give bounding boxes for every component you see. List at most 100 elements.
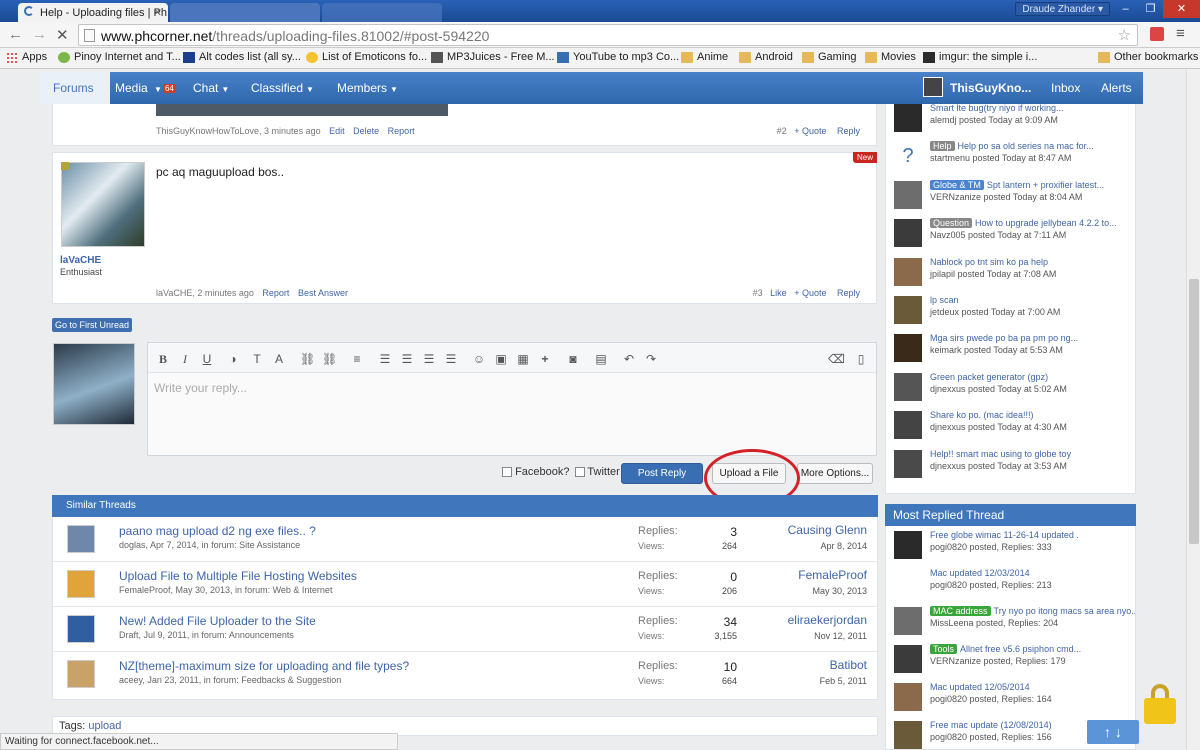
thread-title-text[interactable]: Mac updated 12/05/2014 <box>930 682 1030 692</box>
bookmark-folder[interactable]: Gaming <box>802 51 857 63</box>
table-row[interactable]: paano mag upload d2 ng exe files.. ? dog… <box>53 517 879 562</box>
delete-link[interactable]: Delete <box>353 126 379 136</box>
thread-title-text[interactable]: Mga sirs pwede po ba pa pm po ng... <box>930 333 1078 343</box>
bookmark-folder[interactable]: Other bookmarks <box>1098 51 1198 63</box>
avatar[interactable] <box>61 162 145 247</box>
bookmark-item[interactable]: Alt codes list (all sy... <box>183 51 301 63</box>
thread-title[interactable]: NZ[theme]-maximum size for uploading and… <box>119 659 409 673</box>
menu-icon[interactable]: ≡ <box>1176 25 1185 42</box>
best-answer-link[interactable]: Best Answer <box>298 288 348 298</box>
link-icon[interactable]: ⛓ <box>300 352 315 366</box>
sidebar-thread-item[interactable]: Question How to upgrade jellybean 4.2.2 t… <box>894 218 1134 256</box>
facebook-checkbox[interactable] <box>502 467 512 478</box>
source-icon[interactable]: ▯ <box>854 352 868 366</box>
avatar[interactable] <box>923 77 943 97</box>
reply-link[interactable]: Reply <box>837 288 860 298</box>
thread-title-text[interactable]: Allnet free v5.6 psiphon cmd... <box>960 644 1081 654</box>
browser-tab[interactable] <box>170 3 320 22</box>
underline-icon[interactable]: U <box>200 352 214 366</box>
font-size-icon[interactable]: T <box>250 352 264 366</box>
tag-link[interactable]: upload <box>88 720 121 732</box>
font-family-icon[interactable]: A <box>272 352 286 366</box>
italic-icon[interactable]: I <box>178 352 192 366</box>
profile-button[interactable]: Draude Zhander ▾ <box>1015 2 1110 16</box>
indent-icon[interactable]: ☰ <box>444 352 458 366</box>
thread-title-text[interactable]: How to upgrade jellybean 4.2.2 to... <box>975 218 1117 228</box>
sidebar-thread-item[interactable]: Mac updated 12/05/2014 pogi0820 posted, R… <box>894 682 1134 720</box>
report-link[interactable]: Report <box>262 288 289 298</box>
minimize-icon[interactable]: – <box>1113 0 1138 18</box>
bookmark-folder[interactable]: Movies <box>865 51 916 63</box>
sidebar-thread-item[interactable]: Nablock po tnt sim ko pa help jpilapil po… <box>894 257 1134 295</box>
bookmark-apps[interactable]: Apps <box>6 51 47 63</box>
nav-inbox[interactable]: Inbox <box>1051 81 1080 95</box>
browser-tab[interactable] <box>322 3 442 22</box>
scrollbar-thumb[interactable] <box>1189 279 1199 544</box>
close-tab-icon[interactable]: ✕ <box>153 6 162 19</box>
sidebar-thread-item[interactable]: Mac updated 12/03/2014 pogi0820 posted, R… <box>894 568 1134 606</box>
thread-title-text[interactable]: Mac updated 12/03/2014 <box>930 568 1030 578</box>
scroll-top-icon[interactable]: ↑ ↓ <box>1087 720 1139 744</box>
stop-icon[interactable]: ✕ <box>56 26 69 44</box>
outdent-icon[interactable]: ☰ <box>422 352 436 366</box>
redo-icon[interactable]: ↷ <box>644 352 658 366</box>
sidebar-thread-item[interactable]: Help!! smart mac using to globe toy djnex… <box>894 449 1134 487</box>
lock-icon[interactable] <box>1144 684 1176 724</box>
undo-icon[interactable]: ↶ <box>622 352 636 366</box>
bullet-list-icon[interactable]: ☰ <box>378 352 392 366</box>
reply-link[interactable]: Reply <box>837 126 860 136</box>
go-to-first-unread-button[interactable]: Go to First Unread <box>52 318 133 332</box>
sidebar-thread-item[interactable]: MAC address Try nyo po itong macs sa area… <box>894 606 1135 644</box>
table-row[interactable]: NZ[theme]-maximum size for uploading and… <box>53 652 879 697</box>
thread-title[interactable]: Upload File to Multiple File Hosting Web… <box>119 569 357 583</box>
reply-textarea[interactable]: Write your reply... <box>154 381 247 395</box>
thread-title-text[interactable]: Spt lantern + proxifier latest... <box>987 180 1104 190</box>
bookmark-item[interactable]: YouTube to mp3 Co... <box>557 51 679 63</box>
back-icon[interactable]: ← <box>8 26 23 43</box>
eraser-icon[interactable]: ⌫ <box>828 352 845 366</box>
sidebar-thread-item[interactable]: Share ko po. (mac idea!!!) djnexxus poste… <box>894 410 1134 448</box>
bookmark-item[interactable]: List of Emoticons fo... <box>306 51 427 63</box>
thread-title[interactable]: New! Added File Uploader to the Site <box>119 614 316 628</box>
last-poster[interactable]: Causing Glenn <box>788 523 867 537</box>
address-bar[interactable]: www.phcorner.net/threads/uploading-files… <box>78 24 1138 46</box>
edit-link[interactable]: Edit <box>329 126 345 136</box>
camera-icon[interactable]: ◙ <box>566 352 580 366</box>
post-number[interactable]: #2 <box>777 126 787 136</box>
twitter-checkbox[interactable] <box>574 467 585 478</box>
close-window-icon[interactable]: ✕ <box>1163 0 1200 18</box>
image-icon[interactable]: ▣ <box>494 352 508 366</box>
post-number[interactable]: #3 <box>753 288 763 298</box>
thread-title-text[interactable]: Free globe wimac 11-26-14 updated . <box>930 530 1079 540</box>
more-options-button[interactable]: More Options... <box>797 463 873 484</box>
table-row[interactable]: Upload File to Multiple File Hosting Web… <box>53 562 879 607</box>
thread-title-text[interactable]: Share ko po. (mac idea!!!) <box>930 410 1034 420</box>
thread-title-text[interactable]: Green packet generator (gpz) <box>930 372 1048 382</box>
report-link[interactable]: Report <box>388 126 415 136</box>
maximize-icon[interactable]: ❐ <box>1138 0 1163 18</box>
unlink-icon[interactable]: ⛓ <box>322 352 337 366</box>
sidebar-thread-item[interactable]: Smart lte bug(try niyo if working... alem… <box>894 103 1134 141</box>
thread-title-text[interactable]: lp scan <box>930 295 959 305</box>
sidebar-thread-item[interactable]: Tools Allnet free v5.6 psiphon cmd... VERN… <box>894 644 1134 682</box>
thread-title[interactable]: paano mag upload d2 ng exe files.. ? <box>119 524 316 538</box>
thread-title-text[interactable]: Free mac update (12/08/2014) <box>930 720 1052 730</box>
sidebar-thread-item[interactable]: Globe & TM Spt lantern + proxifier latest… <box>894 179 1134 218</box>
sidebar-thread-item[interactable]: Green packet generator (gpz) djnexxus pos… <box>894 372 1134 410</box>
thread-title-text[interactable]: Smart lte bug(try niyo if working... <box>930 103 1064 113</box>
thread-title-text[interactable]: Try nyo po itong macs sa area nyo... <box>994 606 1135 616</box>
quote-link[interactable]: + Quote <box>794 126 826 136</box>
numbered-list-icon[interactable]: ☰ <box>400 352 414 366</box>
last-poster[interactable]: eliraekerjordan <box>788 613 867 627</box>
bookmark-item[interactable]: Pinoy Internet and T... <box>58 51 181 63</box>
browser-tab-active[interactable]: Help - Uploading files | Ph ✕ <box>18 3 168 22</box>
nav-forums[interactable]: Forums <box>40 72 110 104</box>
bookmark-item[interactable]: imgur: the simple i... <box>923 51 1037 63</box>
bookmark-folder[interactable]: Anime <box>681 51 728 63</box>
forward-icon[interactable]: → <box>32 26 47 43</box>
extension-icon[interactable] <box>1150 27 1164 41</box>
post-reply-button[interactable]: Post Reply <box>621 463 703 484</box>
align-icon[interactable]: ≡ <box>350 352 364 366</box>
media-icon[interactable]: ▦ <box>516 352 530 366</box>
last-poster[interactable]: FemaleProof <box>798 568 867 582</box>
